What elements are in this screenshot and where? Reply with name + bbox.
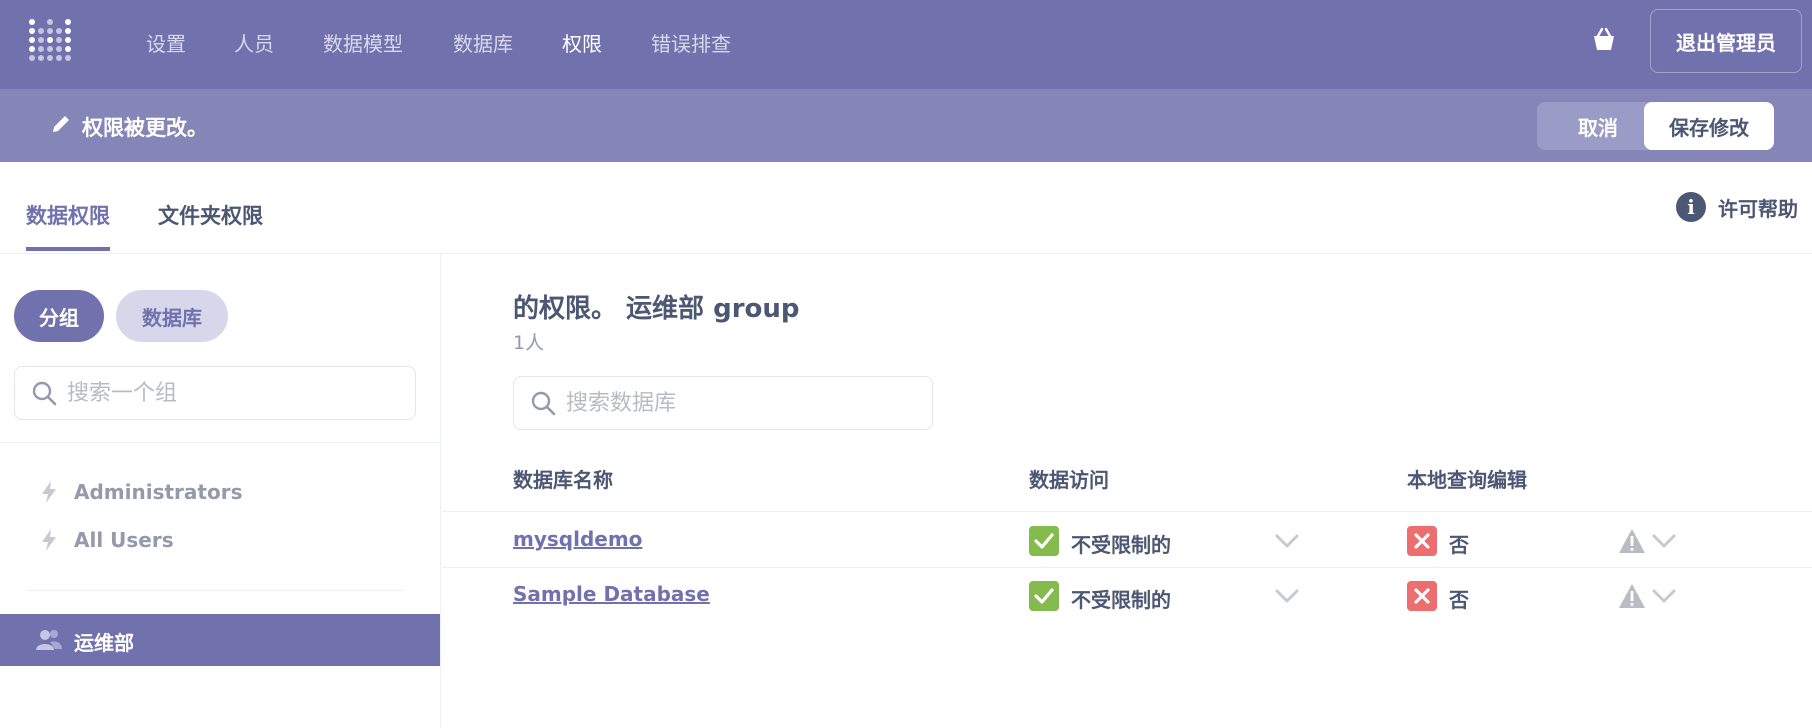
nav-item-settings[interactable]: 设置 xyxy=(146,28,186,57)
chevron-down-icon[interactable] xyxy=(1652,534,1676,548)
member-count: 1人 xyxy=(513,332,545,354)
search-icon xyxy=(32,381,57,406)
access-granted-icon[interactable] xyxy=(1029,581,1059,611)
page-title: 的权限。 运维部 group xyxy=(513,294,800,324)
bolt-icon xyxy=(42,481,56,503)
database-search-box xyxy=(513,376,933,430)
close-icon xyxy=(1414,588,1430,604)
column-header-database-name: 数据库名称 xyxy=(513,468,613,492)
group-search-input[interactable] xyxy=(67,375,407,411)
database-link-mysqldemo[interactable]: mysqldemo xyxy=(513,527,642,551)
sidebar-item-ops-group[interactable]: 运维部 xyxy=(0,614,440,666)
changes-message: 权限被更改。 xyxy=(82,116,208,140)
check-icon xyxy=(1034,533,1054,549)
basket-icon[interactable] xyxy=(1590,26,1618,54)
row-divider xyxy=(442,511,1812,512)
exit-admin-button[interactable]: 退出管理员 xyxy=(1650,9,1802,73)
chevron-down-icon[interactable] xyxy=(1652,589,1676,603)
database-search-input[interactable] xyxy=(566,385,926,421)
database-link-sample-database[interactable]: Sample Database xyxy=(513,582,710,606)
active-tab-indicator xyxy=(26,247,110,251)
cancel-button[interactable]: 取消 xyxy=(1537,102,1659,150)
sidebar-divider xyxy=(0,442,440,443)
tab-data-permissions[interactable]: 数据权限 xyxy=(26,200,110,230)
save-changes-button[interactable]: 保存修改 xyxy=(1644,102,1774,150)
data-access-value: 不受限制的 xyxy=(1071,588,1171,612)
unsaved-changes-bar: 权限被更改。 取消 保存修改 xyxy=(0,89,1812,162)
warning-icon[interactable] xyxy=(1618,528,1646,554)
help-label: 许可帮助 xyxy=(1718,196,1798,221)
native-denied-icon[interactable] xyxy=(1407,526,1437,556)
sidebar-item-label: All Users xyxy=(74,528,174,552)
groups-sidebar: 分组 数据库 Administrators All Users 运维部 xyxy=(0,254,441,728)
chevron-down-icon[interactable] xyxy=(1275,534,1299,548)
permissions-help-link[interactable]: i 许可帮助 xyxy=(1676,192,1798,222)
row-divider xyxy=(442,567,1812,568)
data-access-value: 不受限制的 xyxy=(1071,533,1171,557)
info-icon: i xyxy=(1676,192,1706,222)
close-icon xyxy=(1414,533,1430,549)
sidebar-item-label: 运维部 xyxy=(74,631,134,655)
check-icon xyxy=(1034,588,1054,604)
chevron-down-icon[interactable] xyxy=(1275,589,1299,603)
nav-item-permissions[interactable]: 权限 xyxy=(562,28,602,57)
nav-item-troubleshooting[interactable]: 错误排查 xyxy=(651,28,731,57)
sidebar-item-label: Administrators xyxy=(74,480,243,504)
column-header-native-query: 本地查询编辑 xyxy=(1407,468,1527,492)
tab-collection-permissions[interactable]: 文件夹权限 xyxy=(158,200,263,230)
nav-item-databases[interactable]: 数据库 xyxy=(453,28,513,57)
group-search-box xyxy=(14,366,416,420)
sidebar-divider xyxy=(26,590,404,591)
sidebar-item-all-users[interactable]: All Users xyxy=(0,516,440,564)
toggle-groups-button[interactable]: 分组 xyxy=(14,290,104,342)
toggle-databases-button[interactable]: 数据库 xyxy=(116,290,228,342)
pencil-icon xyxy=(53,116,69,132)
native-denied-icon[interactable] xyxy=(1407,581,1437,611)
access-granted-icon[interactable] xyxy=(1029,526,1059,556)
search-icon xyxy=(531,391,556,416)
warning-icon[interactable] xyxy=(1618,583,1646,609)
top-nav: 设置 人员 数据模型 数据库 权限 错误排查 退出管理员 xyxy=(0,0,1812,89)
group-icon xyxy=(36,630,62,650)
permissions-tabs: 数据权限 文件夹权限 i 许可帮助 xyxy=(0,162,1812,254)
native-query-value: 否 xyxy=(1449,533,1469,557)
sidebar-item-administrators[interactable]: Administrators xyxy=(0,468,440,516)
bolt-icon xyxy=(42,529,56,551)
metabase-logo-icon[interactable] xyxy=(28,16,72,66)
nav-item-data-model[interactable]: 数据模型 xyxy=(323,28,403,57)
native-query-value: 否 xyxy=(1449,588,1469,612)
column-header-data-access: 数据访问 xyxy=(1029,468,1109,492)
nav-item-people[interactable]: 人员 xyxy=(234,28,274,57)
